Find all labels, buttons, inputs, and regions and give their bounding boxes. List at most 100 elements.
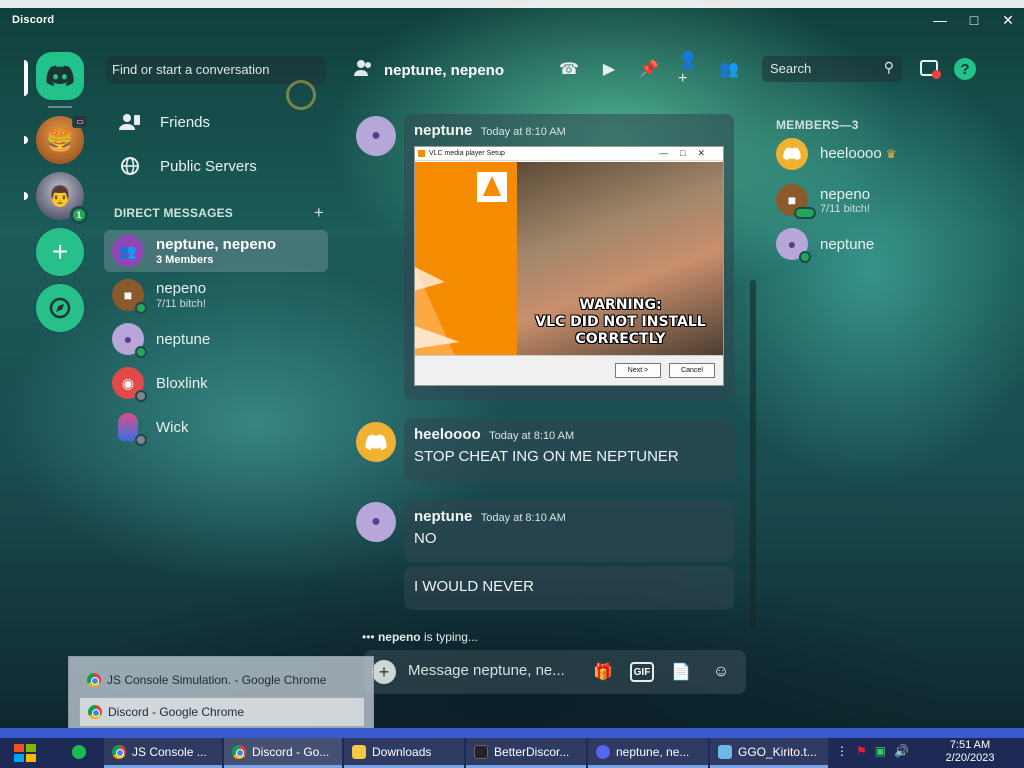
dm-item-wick[interactable]: Wick — [104, 406, 328, 448]
taskbar: JS Console ... Discord - Go... Downloads… — [0, 738, 1024, 768]
message-followup: I WOULD NEVER — [404, 566, 734, 610]
maximize-icon[interactable]: □ — [964, 10, 984, 30]
chrome-icon — [232, 744, 246, 759]
message: neptune Today at 8:10 AM NO — [404, 500, 734, 562]
flag-icon[interactable]: ⚑ — [856, 744, 867, 758]
video-icon[interactable]: ▶ — [598, 58, 620, 80]
meme-photo: WARNING: VLC DID NOT INSTALL CORRECTLY — [517, 162, 723, 356]
windows-start-icon[interactable] — [8, 741, 42, 765]
screen-share-icon: ▭ — [72, 114, 88, 128]
header-search-placeholder: Search — [770, 61, 812, 76]
dm-item-neptune[interactable]: ● neptune — [104, 318, 328, 360]
more-tray-icon[interactable]: ⋮ — [836, 744, 848, 758]
member-item[interactable]: ■ nepeno 7/11 bitch! — [776, 180, 996, 220]
member-item[interactable]: heeloooo ♛ — [776, 134, 996, 174]
volume-icon[interactable]: 🔊 — [894, 744, 909, 758]
create-dm-icon[interactable]: + — [314, 203, 324, 223]
add-server-button[interactable]: + — [36, 228, 84, 276]
popup-window-item[interactable]: Discord - Google Chrome — [79, 697, 365, 727]
header-search-input[interactable]: Search ⚲ — [762, 56, 902, 82]
chat-header: neptune, nepeno ☎ ▶ 📌 👤+ 👥 Search ⚲ ? — [336, 46, 1000, 94]
taskbar-downloads[interactable]: Downloads — [344, 738, 464, 768]
avatar: ● — [112, 323, 147, 358]
gift-icon[interactable]: 🎁 — [590, 659, 616, 685]
person-avatar-icon: 👨 — [47, 185, 73, 208]
dm-item-bloxlink[interactable]: ◉ Bloxlink — [104, 362, 328, 404]
dm-item-nepeno[interactable]: ■ nepeno 7/11 bitch! — [104, 274, 328, 316]
channel-name: neptune, nepeno — [384, 61, 504, 79]
members-icon[interactable]: 👥 — [718, 58, 740, 80]
popup-window-label: Discord - Google Chrome — [108, 705, 245, 719]
upload-plus-icon[interactable]: + — [372, 660, 396, 684]
mention-badge: 1 — [70, 206, 88, 224]
taskbar-clock[interactable]: 7:51 AM 2/20/2023 — [938, 739, 1002, 765]
message-content: STOP CHEAT ING ON ME NEPTUNER — [414, 448, 679, 465]
server-list: 🍔 ▭ 👨 1 + — [24, 46, 96, 686]
offline-status-icon — [135, 390, 147, 402]
message-input[interactable]: Message neptune, ne... — [408, 662, 565, 679]
nav-friends[interactable]: Friends — [106, 102, 326, 142]
taskbar-label: neptune, ne... — [616, 744, 690, 759]
server-president[interactable]: 👨 1 — [36, 172, 88, 224]
emoji-icon[interactable]: ☺ — [708, 659, 734, 685]
find-conversation-input[interactable]: Find or start a conversation — [106, 56, 326, 84]
folder-icon — [352, 744, 366, 759]
group-icon: 👥 — [119, 242, 137, 259]
server-burger[interactable]: 🍔 ▭ — [36, 114, 88, 164]
taskbar-discord[interactable]: neptune, ne... — [588, 738, 708, 768]
inbox-icon[interactable] — [920, 60, 941, 79]
taskbar-thumbnail-popup: JS Console Simulation. - Google Chrome D… — [68, 656, 374, 734]
message-author[interactable]: heeloooo — [414, 426, 481, 443]
message: neptune Today at 8:10 AM VLC media playe… — [404, 114, 734, 400]
avatar: ● — [776, 228, 811, 263]
call-icon[interactable]: ☎ — [558, 58, 580, 80]
dm-name: neptune, nepeno — [156, 236, 276, 253]
window-controls: — □ ✕ — [930, 10, 1018, 30]
composer-actions: 🎁 GIF 📄 ☺ — [590, 659, 734, 685]
help-icon[interactable]: ? — [954, 58, 976, 80]
taskbar-accent — [0, 728, 1024, 738]
guild-separator — [48, 106, 72, 108]
app-title: Discord — [12, 14, 55, 26]
vlc-cone-logo-icon — [415, 172, 507, 356]
pin-icon[interactable]: 📌 — [638, 58, 660, 80]
online-status-icon — [135, 346, 147, 358]
member-item[interactable]: ● neptune — [776, 224, 996, 264]
taskbar-spotify[interactable] — [64, 738, 102, 768]
gif-icon[interactable]: GIF — [630, 662, 654, 682]
dm-sidebar: Find or start a conversation Friends Pub… — [96, 46, 336, 686]
home-button[interactable] — [36, 52, 84, 100]
vlc-title-text: VLC media player Setup — [429, 150, 505, 157]
avatar: ● — [356, 502, 396, 542]
minimize-icon[interactable]: — — [930, 10, 950, 30]
member-status: 7/11 bitch! — [820, 202, 870, 215]
dm-sub: 3 Members — [156, 254, 214, 266]
message-composer[interactable]: + Message neptune, ne... 🎁 GIF 📄 ☺ — [364, 650, 746, 694]
dm-item-group[interactable]: 👥 neptune, nepeno 3 Members — [104, 230, 328, 272]
image-attachment[interactable]: VLC media player Setup —□✕ WARNING: VLC … — [414, 146, 724, 386]
message-author[interactable]: neptune — [414, 508, 472, 525]
unread-pill — [24, 136, 28, 144]
taskbar-chrome-js[interactable]: JS Console ... — [104, 738, 222, 768]
warning-line-2: VLC DID NOT INSTALL CORRECTLY — [535, 314, 706, 347]
add-member-icon[interactable]: 👤+ — [678, 52, 700, 87]
anime-avatar-icon: ● — [371, 127, 381, 144]
vlc-window-controls-icon: —□✕ — [659, 148, 717, 158]
message: heeloooo Today at 8:10 AM STOP CHEAT ING… — [404, 418, 734, 482]
close-icon[interactable]: ✕ — [998, 10, 1018, 30]
group-avatar: 👥 — [112, 235, 144, 267]
network-icon[interactable]: ▣ — [875, 744, 886, 758]
taskbar-label: GGO_Kirito.t... — [738, 744, 817, 759]
taskbar-betterdiscord[interactable]: BetterDiscor... — [466, 738, 586, 768]
dm-name: Bloxlink — [156, 374, 208, 392]
popup-window-item[interactable]: JS Console Simulation. - Google Chrome — [79, 665, 365, 695]
sticker-icon[interactable]: 📄 — [668, 659, 694, 685]
message-author[interactable]: neptune — [414, 122, 472, 139]
explore-servers-button[interactable] — [36, 284, 84, 332]
member-list: MEMBERS—3 heeloooo ♛ ■ nepeno 7/11 bitch!… — [756, 96, 1000, 686]
taskbar-label: Downloads — [372, 744, 432, 759]
taskbar-chrome-discord[interactable]: Discord - Go... — [224, 738, 342, 768]
taskbar-paint[interactable]: GGO_Kirito.t... — [710, 738, 828, 768]
members-title: MEMBERS—3 — [776, 118, 859, 132]
nav-public-servers[interactable]: Public Servers — [106, 146, 326, 186]
